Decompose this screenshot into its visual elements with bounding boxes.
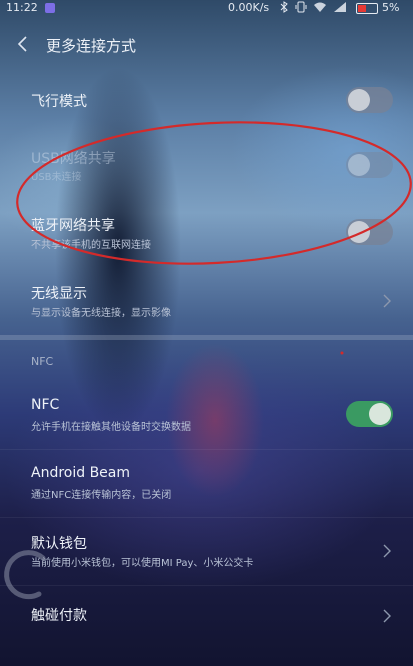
status-time: 11:22 — [6, 1, 38, 14]
battery-level — [358, 5, 366, 12]
bluetooth-tethering-subtitle: 不共享该手机的互联网连接 — [31, 240, 151, 251]
android-beam-row[interactable]: Android Beam 通过NFC连接传输内容，已关闭 — [0, 458, 413, 508]
toggle-knob — [348, 154, 370, 176]
nfc-label: NFC — [31, 397, 60, 413]
page-title: 更多连接方式 — [46, 37, 137, 55]
airplane-mode-label: 飞行模式 — [31, 94, 87, 110]
wireless-display-label: 无线显示 — [31, 286, 87, 302]
usb-tethering-row: USB网络共享 USB未连接 — [0, 140, 413, 190]
chevron-right-icon — [383, 293, 391, 308]
section-divider — [0, 335, 413, 340]
nfc-toggle[interactable] — [346, 401, 393, 427]
loading-spinner-icon — [3, 546, 51, 608]
row-divider — [0, 449, 413, 450]
bluetooth-tethering-row[interactable]: 蓝牙网络共享 不共享该手机的互联网连接 — [0, 208, 413, 258]
android-beam-subtitle: 通过NFC连接传输内容，已关闭 — [31, 490, 172, 501]
default-wallet-row[interactable]: 默认钱包 当前使用小米钱包，可以使用MI Pay、小米公交卡 — [0, 526, 413, 576]
vibrate-icon — [295, 1, 307, 16]
nfc-row[interactable]: NFC 允许手机在接触其他设备时交换数据 — [0, 390, 413, 440]
chevron-left-icon[interactable] — [16, 32, 30, 56]
bluetooth-icon — [280, 1, 288, 16]
default-wallet-subtitle: 当前使用小米钱包，可以使用MI Pay、小米公交卡 — [31, 558, 254, 569]
toggle-knob — [348, 89, 370, 111]
bluetooth-tethering-label: 蓝牙网络共享 — [31, 218, 115, 234]
nfc-section-header: NFC — [31, 355, 54, 368]
bluetooth-tethering-toggle[interactable] — [346, 219, 393, 245]
battery-percent: 5% — [382, 1, 400, 14]
title-bar: 更多连接方式 — [0, 28, 413, 62]
usb-tethering-subtitle: USB未连接 — [31, 172, 82, 183]
toggle-knob — [348, 221, 370, 243]
airplane-mode-toggle[interactable] — [346, 87, 393, 113]
network-speed: 0.00K/s — [228, 1, 270, 14]
row-divider — [0, 517, 413, 518]
chevron-right-icon — [383, 608, 391, 623]
row-divider — [0, 585, 413, 586]
android-beam-label: Android Beam — [31, 465, 131, 481]
wifi-icon — [313, 1, 327, 16]
toggle-knob — [369, 403, 391, 425]
battery-icon — [356, 3, 378, 14]
wireless-display-subtitle: 与显示设备无线连接，显示影像 — [31, 308, 171, 319]
tap-pay-label: 触碰付款 — [31, 608, 87, 624]
chevron-right-icon — [383, 543, 391, 558]
nfc-subtitle: 允许手机在接触其他设备时交换数据 — [31, 422, 191, 433]
usb-tethering-label: USB网络共享 — [31, 151, 116, 167]
tap-pay-row[interactable]: 触碰付款 — [0, 594, 413, 638]
wireless-display-row[interactable]: 无线显示 与显示设备无线连接，显示影像 — [0, 276, 413, 326]
usb-tethering-toggle — [346, 152, 393, 178]
airplane-mode-row[interactable]: 飞行模式 — [0, 80, 413, 124]
status-bar: 11:22 0.00K/s 5% — [0, 0, 413, 16]
signal-icon — [333, 1, 347, 16]
app-notification-icon — [45, 3, 55, 13]
